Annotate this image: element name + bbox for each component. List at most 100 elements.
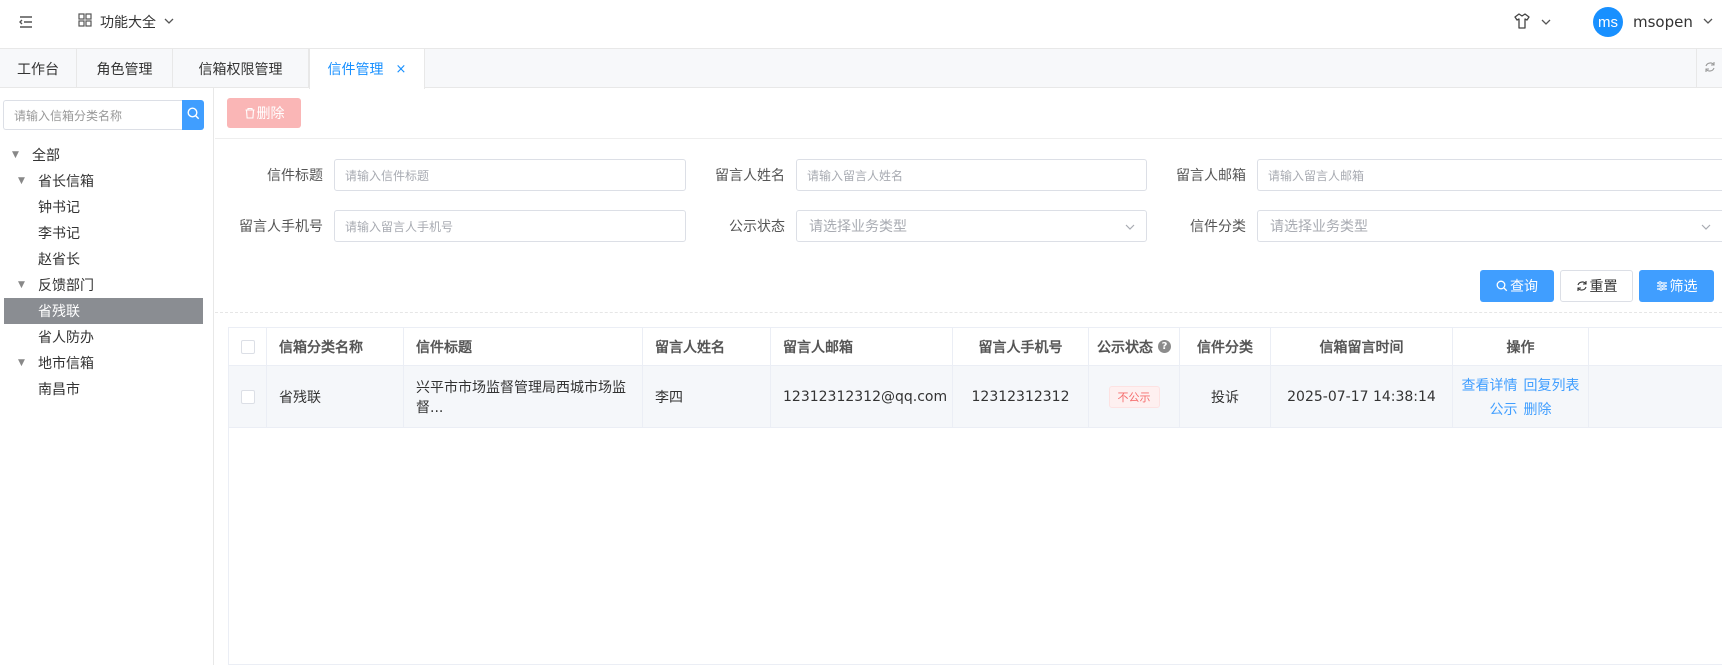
- main-content: 删除 信件标题 请输入信件标题 留言人姓名 请输入留言人姓名 留言人邮箱 请输入…: [215, 88, 1722, 665]
- tree-node-label: 赵省长: [38, 252, 80, 268]
- shirt-icon: [1513, 12, 1531, 34]
- username: msopen: [1633, 13, 1693, 31]
- column-header[interactable]: 信箱留言时间: [1271, 328, 1453, 365]
- tree-node-leaf[interactable]: 赵省长: [0, 246, 214, 272]
- filter-button-label: 筛选: [1669, 279, 1698, 295]
- tab-letter-management[interactable]: 信件管理 ×: [309, 49, 425, 89]
- cell-time: 2025-07-17 14:38:14: [1271, 366, 1453, 427]
- tree-node-governor-mailbox[interactable]: ▼ 省长信箱: [0, 168, 214, 194]
- tab-mailbox-permission[interactable]: 信箱权限管理: [173, 49, 309, 88]
- reset-button-label: 重置: [1589, 279, 1618, 295]
- cell-phone: 12312312312: [953, 366, 1089, 427]
- app-menu-label: 功能大全: [100, 15, 156, 31]
- query-button[interactable]: 查询: [1480, 270, 1554, 302]
- tree-node-selected[interactable]: 省残联: [4, 298, 203, 324]
- table-header: 信箱分类名称 信件标题 留言人姓名 留言人邮箱 留言人手机号 公示状态 ? 信件…: [229, 328, 1722, 366]
- tree-node-feedback-dept[interactable]: ▼ 反馈部门: [0, 272, 214, 298]
- grid-icon: [78, 13, 92, 31]
- column-header-public-status[interactable]: 公示状态 ?: [1089, 328, 1180, 365]
- category-search-input[interactable]: 请输入信箱分类名称: [3, 100, 182, 130]
- email-filter-input[interactable]: 请输入留言人邮箱: [1257, 159, 1722, 191]
- letters-table: 信箱分类名称 信件标题 留言人姓名 留言人邮箱 留言人手机号 公示状态 ? 信件…: [228, 327, 1722, 665]
- cell-public-status: 不公示: [1089, 366, 1180, 427]
- tree-node-label: 省人防办: [38, 330, 94, 346]
- column-header: 操作: [1453, 328, 1589, 365]
- phone-filter-label: 留言人手机号: [239, 219, 323, 235]
- column-header[interactable]: 信箱分类名称: [267, 328, 404, 365]
- tree-node-all[interactable]: ▼ 全部: [0, 142, 214, 168]
- caret-down-icon[interactable]: ▼: [18, 358, 28, 368]
- cell-title: 兴平市市场监督管理局西城市场监督...: [404, 366, 643, 427]
- table-row[interactable]: 省残联 兴平市市场监督管理局西城市场监督... 李四 12312312312@q…: [229, 366, 1722, 428]
- tree-node-leaf[interactable]: 南昌市: [0, 376, 214, 402]
- tab-role-management[interactable]: 角色管理: [77, 49, 173, 88]
- tabs-bar: 工作台 角色管理 信箱权限管理 信件管理 ×: [0, 48, 1722, 89]
- select-placeholder: 请选择业务类型: [1270, 219, 1368, 235]
- column-header[interactable]: 信件标题: [404, 328, 643, 365]
- delete-button[interactable]: 删除: [227, 98, 301, 128]
- caret-down-icon[interactable]: ▼: [18, 176, 28, 186]
- theme-switch[interactable]: [1513, 12, 1551, 34]
- chevron-down-icon: [1700, 221, 1712, 237]
- reply-list-link[interactable]: 回复列表: [1524, 375, 1580, 395]
- filter-icon: [1656, 280, 1668, 292]
- cell-actions: 查看详情 回复列表 公示 删除: [1453, 366, 1589, 427]
- publish-link[interactable]: 公示: [1490, 399, 1518, 419]
- chevron-down-icon: [1124, 221, 1136, 237]
- title-filter-input[interactable]: 请输入信件标题: [334, 159, 686, 191]
- tree-node-label: 省残联: [38, 304, 80, 320]
- row-checkbox[interactable]: [240, 389, 255, 404]
- category-search-button[interactable]: [182, 100, 204, 130]
- user-menu[interactable]: ms msopen: [1593, 7, 1713, 37]
- row-select-cell: [229, 366, 267, 427]
- email-filter-label: 留言人邮箱: [1176, 168, 1246, 184]
- select-placeholder: 请选择业务类型: [809, 219, 907, 235]
- question-icon[interactable]: ?: [1158, 340, 1171, 353]
- category-select[interactable]: 请选择业务类型: [1257, 210, 1722, 242]
- tabs-refresh-button[interactable]: [1696, 49, 1722, 88]
- title-filter-label: 信件标题: [267, 168, 323, 184]
- chevron-down-icon: [164, 15, 174, 30]
- tree-node-label: 反馈部门: [38, 278, 94, 294]
- column-header[interactable]: 信件分类: [1180, 328, 1271, 365]
- tree-node-label: 地市信箱: [38, 356, 94, 372]
- tree-node-leaf[interactable]: 钟书记: [0, 194, 214, 220]
- cell-category-name: 省残联: [267, 366, 404, 427]
- delete-button-label: 删除: [256, 106, 285, 122]
- name-filter-label: 留言人姓名: [715, 168, 785, 184]
- category-sidebar: 请输入信箱分类名称 ▼ 全部 ▼ 省长信箱 钟书记 李书记 赵省长 ▼ 反馈部门…: [0, 88, 214, 665]
- tab-label: 角色管理: [96, 61, 153, 78]
- delete-link[interactable]: 删除: [1524, 399, 1552, 419]
- public-status-select[interactable]: 请选择业务类型: [796, 210, 1147, 242]
- view-detail-link[interactable]: 查看详情: [1462, 375, 1518, 395]
- query-button-label: 查询: [1510, 279, 1538, 295]
- filter-button[interactable]: 筛选: [1639, 270, 1714, 302]
- cell-letter-type: 投诉: [1180, 366, 1271, 427]
- tree-node-label: 南昌市: [38, 382, 80, 398]
- search-icon: [1496, 280, 1508, 292]
- menu-fold-icon[interactable]: [17, 13, 35, 31]
- app-menu-dropdown[interactable]: 功能大全: [78, 12, 174, 32]
- caret-down-icon[interactable]: ▼: [12, 150, 22, 160]
- header-select-cell: [229, 328, 267, 365]
- column-header[interactable]: 留言人手机号: [953, 328, 1089, 365]
- close-icon[interactable]: ×: [396, 62, 407, 77]
- select-all-checkbox[interactable]: [240, 339, 255, 354]
- toolbar-divider: [215, 138, 1722, 139]
- name-filter-input[interactable]: 请输入留言人姓名: [796, 159, 1147, 191]
- tab-workbench[interactable]: 工作台: [0, 49, 77, 88]
- refresh-icon: [1576, 280, 1588, 292]
- cell-name: 李四: [643, 366, 771, 427]
- reset-button[interactable]: 重置: [1560, 270, 1633, 302]
- search-icon: [186, 106, 200, 124]
- tree-node-leaf[interactable]: 省人防办: [0, 324, 214, 350]
- caret-down-icon[interactable]: ▼: [18, 280, 28, 290]
- phone-filter-input[interactable]: 请输入留言人手机号: [334, 210, 686, 242]
- column-header[interactable]: 留言人邮箱: [771, 328, 953, 365]
- tree-node-leaf[interactable]: 李书记: [0, 220, 214, 246]
- tab-label: 信件管理: [327, 62, 384, 78]
- chevron-down-icon: [1703, 15, 1713, 30]
- tree-node-label: 李书记: [38, 226, 80, 242]
- tree-node-city-mailbox[interactable]: ▼ 地市信箱: [0, 350, 214, 376]
- column-header[interactable]: 留言人姓名: [643, 328, 771, 365]
